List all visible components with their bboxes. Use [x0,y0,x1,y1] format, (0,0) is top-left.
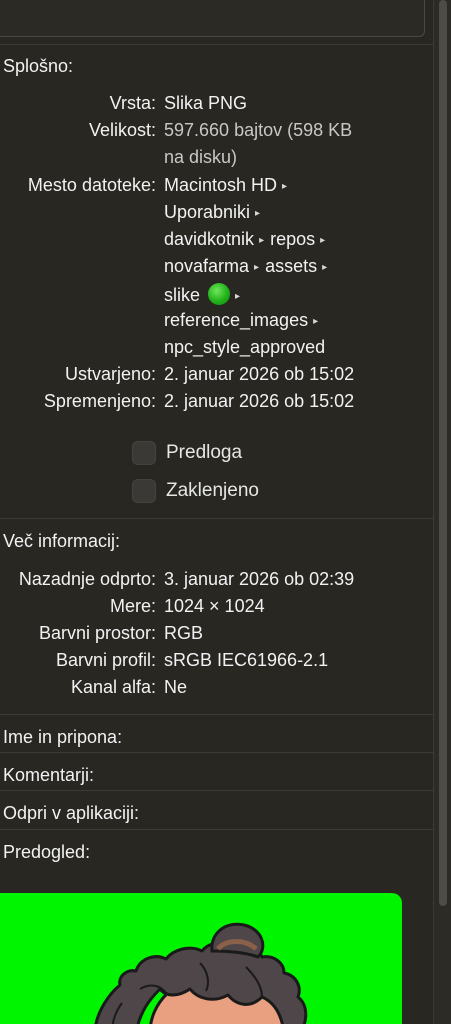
path-repos[interactable]: repos [270,229,315,249]
preview-image[interactable] [0,893,402,1024]
color-space-label: Barvni prostor: [38,623,156,643]
path-macintosh-hd[interactable]: Macintosh HD [164,175,277,195]
where-label: Mesto datoteke: [27,175,156,195]
path-arrow-icon: ▸ [282,181,288,192]
path-reference-images[interactable]: reference_images [164,310,308,330]
stationery-label[interactable]: Predloga [166,442,242,464]
stationery-checkbox[interactable] [132,441,156,465]
path-arrow-icon: ▸ [259,235,265,246]
stationery-checkbox-row[interactable]: Predloga [132,440,242,466]
size-value-line1: 597.660 bajtov (598 KB [164,120,353,140]
path-arrow-icon: ▸ [313,316,319,327]
section-comments-title[interactable]: Komentarji: [3,765,94,786]
path-arrow-icon: ▸ [320,235,326,246]
modified-value: 2. januar 2026 ob 15:02 [164,391,355,411]
path-arrow-icon: ▸ [322,262,328,273]
path-line-4: novafarma ▸ assets ▸ [164,256,333,277]
last-opened-label: Nazadnje odprto: [18,569,156,589]
path-line-6: reference_images ▸ [164,310,324,331]
section-general-title[interactable]: Splošno: [3,56,73,77]
section-preview-title[interactable]: Predogled: [3,842,90,863]
kind-label: Vrsta: [109,93,156,113]
modified-label: Spremenjeno: [43,391,156,411]
alpha-value: Ne [164,677,188,697]
alpha-label: Kanal alfa: [70,677,156,697]
locked-checkbox-row[interactable]: Zaklenjeno [132,478,259,504]
path-users[interactable]: Uporabniki [164,202,250,222]
kind-value: Slika PNG [164,93,248,113]
dimensions-label: Mere: [109,596,156,616]
divider [0,518,433,519]
path-npc-style-approved[interactable]: npc_style_approved [164,337,325,357]
size-label: Velikost: [88,120,156,140]
path-arrow-icon: ▸ [254,262,260,273]
path-arrow-icon: ▸ [235,291,241,302]
color-space-value: RGB [164,623,204,643]
size-value-line2: na disku) [164,147,238,167]
path-slike[interactable]: slike [164,285,200,305]
character-illustration [94,922,308,1024]
get-info-panel: Splošno: Vrsta: Slika PNG Velikost: 597.… [0,0,451,1024]
section-more-info-title[interactable]: Več informacij: [3,531,120,552]
divider [0,829,433,830]
path-line-1: Macintosh HD ▸ [164,175,293,196]
path-assets[interactable]: assets [265,256,317,276]
color-profile-label: Barvni profil: [55,650,156,670]
green-tag-icon [208,283,231,305]
path-line-5: slike ▸ [164,283,246,306]
locked-checkbox[interactable] [132,479,156,503]
path-line-3: davidkotnik ▸ repos ▸ [164,229,331,250]
scrollbar-thumb[interactable] [439,0,447,906]
divider [0,752,433,753]
divider [0,790,433,791]
divider [0,44,433,45]
top-field-box[interactable] [0,0,425,37]
locked-label[interactable]: Zaklenjeno [166,480,259,502]
dimensions-value: 1024 × 1024 [164,596,265,616]
last-opened-value: 3. januar 2026 ob 02:39 [164,569,355,589]
path-davidkotnik[interactable]: davidkotnik [164,229,254,249]
section-open-with-title[interactable]: Odpri v aplikaciji: [3,803,139,824]
section-name-extension-title[interactable]: Ime in pripona: [3,727,122,748]
color-profile-value: sRGB IEC61966-2.1 [164,650,329,670]
created-label: Ustvarjeno: [64,364,156,384]
path-arrow-icon: ▸ [255,208,261,219]
divider [0,714,433,715]
created-value: 2. januar 2026 ob 15:02 [164,364,355,384]
path-line-2: Uporabniki ▸ [164,202,266,223]
path-novafarma[interactable]: novafarma [164,256,249,276]
path-line-7: npc_style_approved [164,337,325,358]
